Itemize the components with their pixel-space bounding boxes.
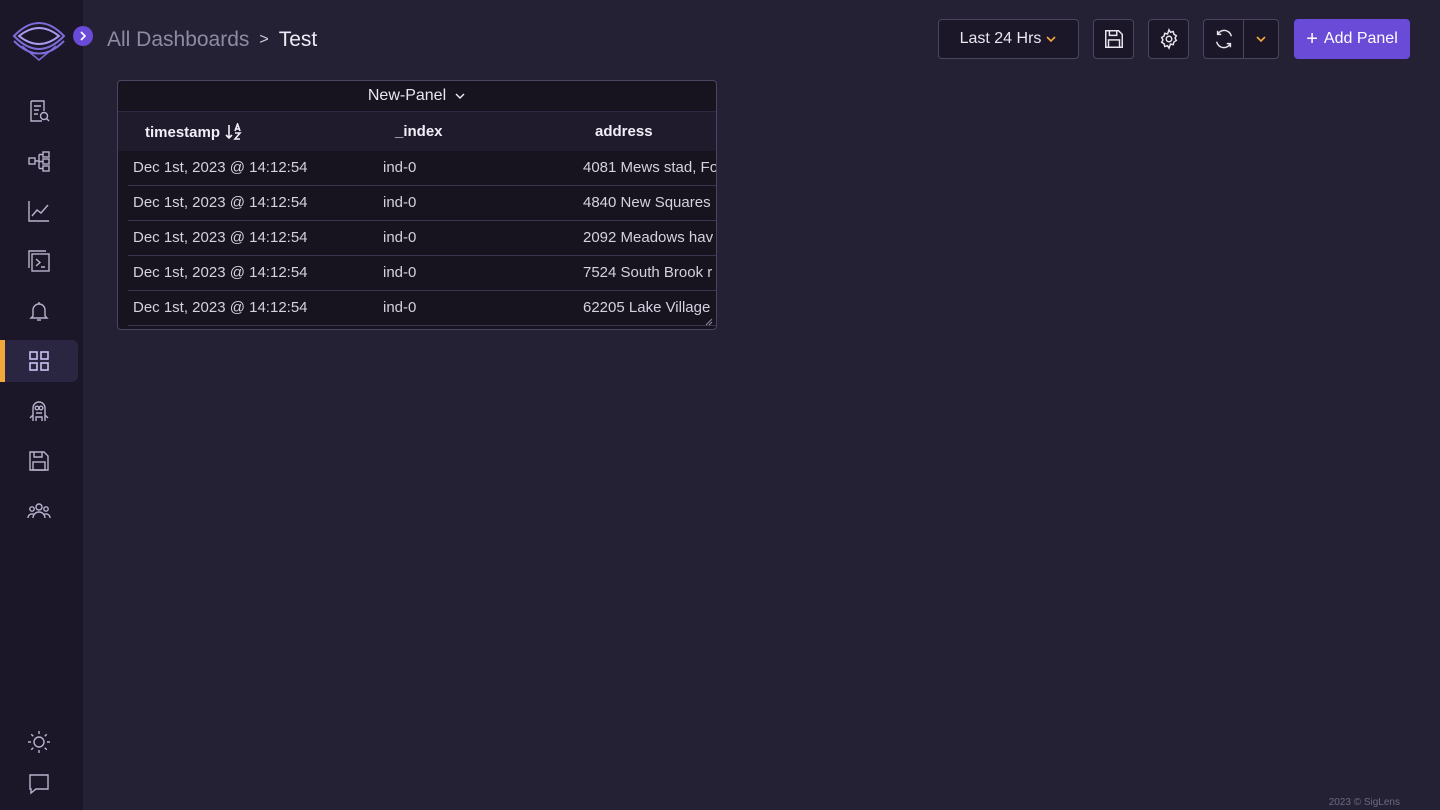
nav-alerts[interactable] [0, 290, 78, 332]
cell-index: ind-0 [383, 229, 417, 246]
column-header-timestamp[interactable]: timestamp [145, 123, 243, 141]
cell-timestamp: Dec 1st, 2023 @ 14:12:54 [133, 264, 308, 281]
table-row[interactable]: Dec 1st, 2023 @ 14:12:54 ind-0 4081 Mews… [128, 151, 716, 186]
cell-index: ind-0 [383, 159, 417, 176]
cell-address: 62205 Lake Village [583, 299, 711, 316]
bell-icon [29, 302, 49, 321]
cell-address: 7524 South Brook r [583, 264, 713, 281]
cell-timestamp: Dec 1st, 2023 @ 14:12:54 [133, 159, 308, 176]
panel-title-dropdown[interactable]: New-Panel [118, 81, 716, 112]
breadcrumb-separator: > [259, 31, 269, 48]
cell-timestamp: Dec 1st, 2023 @ 14:12:54 [133, 299, 308, 316]
nav-dashboards[interactable] [0, 340, 78, 382]
cell-timestamp: Dec 1st, 2023 @ 14:12:54 [133, 229, 308, 246]
sidebar-expand-button[interactable] [73, 26, 93, 46]
table-header: timestamp _index address [118, 112, 716, 151]
table-row[interactable]: Dec 1st, 2023 @ 14:12:54 ind-0 7524 Sout… [128, 256, 716, 291]
terminal-icon [28, 250, 50, 272]
theme-toggle-button[interactable] [0, 721, 78, 763]
users-icon [27, 503, 51, 519]
chevron-right-icon [80, 31, 87, 41]
chevron-down-icon [455, 93, 465, 100]
column-header-index[interactable]: _index [395, 123, 443, 140]
nav-saved-queries[interactable] [0, 440, 78, 482]
dashboard-panel[interactable]: New-Panel timestamp _index address Dec 1… [117, 80, 717, 330]
gear-icon [1160, 28, 1177, 50]
cell-index: ind-0 [383, 264, 417, 281]
breadcrumb-all-dashboards[interactable]: All Dashboards [107, 28, 249, 52]
cell-address: 4840 New Squares [583, 194, 711, 211]
nav-logs[interactable] [0, 90, 78, 132]
add-panel-button[interactable]: + Add Panel [1294, 19, 1410, 59]
save-dashboard-button[interactable] [1093, 19, 1134, 59]
nav-team[interactable] [0, 490, 78, 532]
dashboard-grid-icon [29, 351, 49, 371]
cell-address: 2092 Meadows hav [583, 229, 714, 246]
nav-live-tail[interactable] [0, 240, 78, 282]
log-search-icon [30, 100, 50, 122]
resize-handle-icon[interactable] [705, 318, 713, 326]
chat-icon [29, 774, 49, 795]
dashboard-settings-button[interactable] [1148, 19, 1189, 59]
table-row[interactable]: Dec 1st, 2023 @ 14:12:54 ind-0 4840 New … [128, 186, 716, 221]
table-row[interactable]: Dec 1st, 2023 @ 14:12:54 ind-0 62205 Lak… [128, 291, 716, 326]
add-panel-label: Add Panel [1323, 30, 1398, 47]
line-chart-icon [28, 201, 49, 222]
panel-title: New-Panel [367, 87, 447, 104]
feedback-button[interactable] [0, 763, 78, 805]
nav-minion[interactable] [0, 390, 78, 432]
robot-icon [29, 401, 49, 421]
footer-copyright: 2023 © SigLens [1328, 797, 1400, 808]
refresh-icon [1215, 29, 1232, 49]
nav-tracing[interactable] [0, 140, 78, 182]
table-row[interactable]: Dec 1st, 2023 @ 14:12:54 ind-0 2092 Mead… [128, 221, 716, 256]
refresh-interval-dropdown[interactable] [1243, 19, 1279, 59]
cell-index: ind-0 [383, 299, 417, 316]
breadcrumb: All Dashboards > Test [107, 26, 317, 54]
chevron-down-icon [1046, 36, 1056, 43]
sun-icon [28, 731, 50, 753]
column-header-address[interactable]: address [595, 123, 653, 140]
sidebar [0, 0, 93, 810]
cell-address: 4081 Mews stad, Fo [583, 159, 717, 176]
sort-az-icon[interactable] [225, 123, 243, 141]
floppy-disk-icon [29, 451, 49, 471]
time-range-label: Last 24 Hrs [959, 30, 1042, 47]
cell-index: ind-0 [383, 194, 417, 211]
page-title: Test [278, 28, 318, 51]
plus-icon: + [1306, 28, 1318, 50]
chevron-down-icon [1256, 36, 1266, 43]
floppy-disk-icon [1104, 30, 1123, 48]
refresh-button[interactable] [1203, 19, 1244, 59]
siglens-logo[interactable] [12, 16, 66, 62]
time-range-picker[interactable]: Last 24 Hrs [938, 19, 1079, 59]
cell-timestamp: Dec 1st, 2023 @ 14:12:54 [133, 194, 308, 211]
service-graph-icon [28, 151, 50, 172]
nav-metrics[interactable] [0, 190, 78, 232]
